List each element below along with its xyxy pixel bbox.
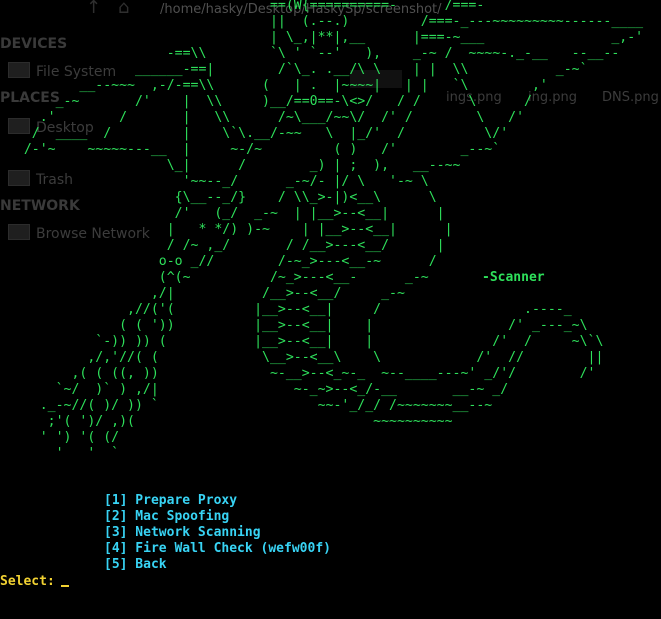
menu-item-prepare-proxy[interactable]: [1] Prepare Proxy	[104, 493, 331, 509]
menu-item-firewall-check[interactable]: [4] Fire Wall Check (wefw00f)	[104, 541, 331, 557]
select-prompt[interactable]: Select:	[0, 574, 69, 589]
terminal-cursor	[60, 585, 69, 587]
dragon-ascii-art: ==(W{==========- /===- || (.--.) /===-_-…	[23, 0, 644, 461]
menu-item-mac-spoofing[interactable]: [2] Mac Spoofing	[104, 509, 331, 525]
scanner-label: -Scanner	[482, 270, 545, 285]
menu-item-network-scanning[interactable]: [3] Network Scanning	[104, 525, 331, 541]
scanner-menu: [1] Prepare Proxy [2] Mac Spoofing [3] N…	[104, 493, 331, 573]
menu-item-back[interactable]: [5] Back	[104, 557, 331, 573]
prompt-label: Select:	[0, 574, 55, 589]
